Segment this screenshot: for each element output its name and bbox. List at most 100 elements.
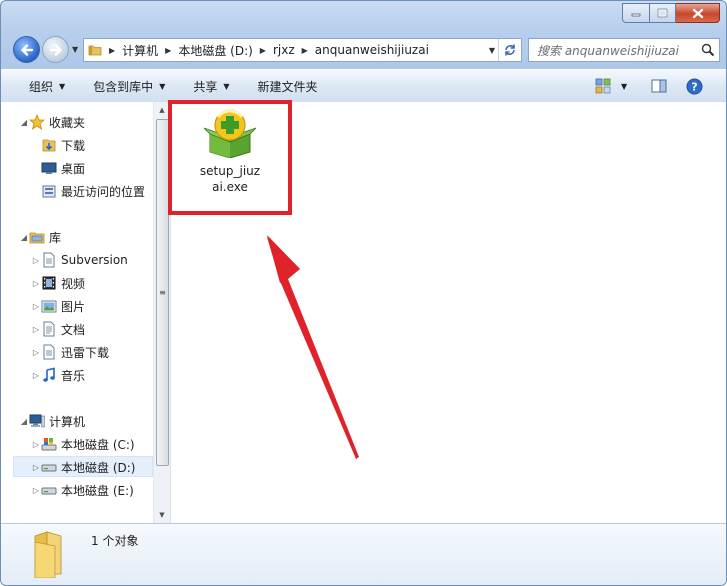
documents-library-icon bbox=[41, 321, 57, 337]
tree-item-drive-e[interactable]: ▷ 本地磁盘 (E:) bbox=[1, 479, 153, 501]
preview-pane-icon bbox=[651, 79, 667, 93]
view-options-dropdown[interactable]: ▼ bbox=[621, 70, 627, 102]
search-box[interactable]: 搜索 anquanweishijiuzai bbox=[528, 38, 720, 62]
view-icon bbox=[595, 78, 611, 94]
expand-arrow-icon[interactable]: ▷ bbox=[31, 325, 41, 334]
tree-label: 收藏夹 bbox=[49, 115, 86, 130]
organize-label: 组织 bbox=[29, 79, 54, 94]
tree-item-drive-d[interactable]: ▷ 本地磁盘 (D:) bbox=[1, 456, 153, 478]
expand-arrow-icon[interactable]: ▷ bbox=[31, 256, 41, 265]
tree-favorites[interactable]: ◢ 收藏夹 bbox=[1, 111, 153, 133]
change-view-button[interactable] bbox=[595, 70, 611, 102]
breadcrumb-chevron-icon[interactable]: ▶ bbox=[299, 46, 311, 55]
address-history-dropdown[interactable]: ▼ bbox=[489, 46, 495, 55]
expand-arrow-icon[interactable]: ▷ bbox=[31, 302, 41, 311]
arrow-left-icon bbox=[20, 43, 33, 56]
chevron-down-icon: ▼ bbox=[223, 81, 230, 91]
breadcrumb-current-folder[interactable]: anquanweishijiuzai bbox=[311, 43, 433, 57]
tree-item-subversion[interactable]: ▷ Subversion bbox=[1, 249, 153, 271]
preview-pane-button[interactable] bbox=[651, 70, 667, 102]
new-folder-button[interactable]: 新建文件夹 bbox=[244, 70, 332, 102]
help-icon: ? bbox=[686, 78, 703, 94]
downloads-folder-icon bbox=[41, 137, 57, 153]
share-label: 共享 bbox=[193, 79, 218, 94]
search-icon[interactable] bbox=[697, 43, 719, 57]
recent-places-icon bbox=[41, 183, 57, 199]
item-count: 1 个对象 bbox=[91, 534, 139, 548]
breadcrumb-drive-d[interactable]: 本地磁盘 (D:) bbox=[174, 42, 256, 59]
chevron-down-icon: ▼ bbox=[159, 81, 166, 91]
document-library-icon bbox=[41, 344, 57, 360]
tree-label: 库 bbox=[49, 230, 62, 245]
breadcrumb-chevron-icon[interactable]: ▶ bbox=[257, 46, 269, 55]
tree-item-recent-places[interactable]: 最近访问的位置 bbox=[1, 180, 153, 202]
collapse-arrow-icon[interactable]: ◢ bbox=[19, 417, 29, 426]
tree-label: 桌面 bbox=[61, 161, 86, 176]
minimize-button[interactable] bbox=[622, 3, 650, 23]
recent-pages-dropdown[interactable]: ▼ bbox=[72, 45, 82, 54]
tree-label: 图片 bbox=[61, 299, 86, 314]
navigation-pane: ◢ 收藏夹 下载 桌面 最近访问的位置 ◢ 库 ▷ Subversion ▷ 视… bbox=[1, 102, 153, 523]
folder-icon bbox=[34, 531, 62, 578]
breadcrumb-chevron-icon[interactable]: ▶ bbox=[162, 46, 174, 55]
tree-label: 文档 bbox=[61, 322, 86, 337]
folder-icon bbox=[84, 43, 106, 57]
expand-arrow-icon[interactable]: ▷ bbox=[31, 348, 41, 357]
tree-libraries[interactable]: ◢ 库 bbox=[1, 226, 153, 248]
tree-computer[interactable]: ◢ 计算机 bbox=[1, 410, 153, 432]
forward-button[interactable] bbox=[42, 36, 69, 63]
minimize-icon bbox=[631, 13, 641, 17]
breadcrumb-computer[interactable]: 计算机 bbox=[118, 42, 162, 59]
maximize-icon bbox=[657, 8, 668, 18]
help-button[interactable]: ? bbox=[686, 70, 703, 102]
caption-buttons bbox=[622, 3, 720, 23]
scroll-down-arrow-icon[interactable]: ▼ bbox=[154, 507, 170, 523]
expand-arrow-icon[interactable]: ▷ bbox=[31, 440, 41, 449]
tree-item-pictures[interactable]: ▷ 图片 bbox=[1, 295, 153, 317]
picture-library-icon bbox=[41, 298, 57, 314]
tree-label: 下载 bbox=[61, 138, 86, 153]
tree-label: 迅雷下载 bbox=[61, 345, 110, 360]
star-icon bbox=[29, 114, 45, 130]
refresh-button[interactable] bbox=[498, 39, 521, 61]
new-folder-label: 新建文件夹 bbox=[257, 79, 318, 94]
expand-arrow-icon[interactable]: ▷ bbox=[31, 486, 41, 495]
tree-label: 最近访问的位置 bbox=[61, 184, 146, 199]
drive-icon bbox=[41, 459, 57, 475]
close-button[interactable] bbox=[676, 3, 720, 23]
expand-arrow-icon[interactable]: ▷ bbox=[31, 279, 41, 288]
annotation-arrow bbox=[267, 235, 359, 459]
tree-item-drive-c[interactable]: ▷ 本地磁盘 (C:) bbox=[1, 433, 153, 455]
collapse-arrow-icon[interactable]: ◢ bbox=[19, 118, 29, 127]
tree-item-desktop[interactable]: 桌面 bbox=[1, 157, 153, 179]
document-library-icon bbox=[41, 252, 57, 268]
command-bar: 组织 ▼ 包含到库中 ▼ 共享 ▼ 新建文件夹 ▼ ? bbox=[1, 69, 726, 103]
system-drive-icon bbox=[41, 436, 57, 452]
libraries-icon bbox=[29, 229, 45, 245]
back-button[interactable] bbox=[13, 36, 40, 63]
nav-buttons: ▼ bbox=[13, 36, 82, 63]
tree-label: 本地磁盘 (E:) bbox=[61, 483, 134, 498]
desktop-icon bbox=[41, 160, 57, 176]
svg-text:?: ? bbox=[691, 80, 697, 93]
collapse-arrow-icon[interactable]: ◢ bbox=[19, 233, 29, 242]
tree-label: 本地磁盘 (C:) bbox=[61, 437, 135, 452]
tree-item-documents[interactable]: ▷ 文档 bbox=[1, 318, 153, 340]
tree-item-videos[interactable]: ▷ 视频 bbox=[1, 272, 153, 294]
tree-item-downloads[interactable]: 下载 bbox=[1, 134, 153, 156]
details-pane: 1 个对象 bbox=[1, 523, 726, 585]
search-placeholder: 搜索 anquanweishijiuzai bbox=[537, 43, 679, 58]
breadcrumb-rjxz[interactable]: rjxz bbox=[269, 43, 299, 57]
maximize-button[interactable] bbox=[650, 3, 676, 23]
expand-arrow-icon[interactable]: ▷ bbox=[31, 371, 41, 380]
organize-button[interactable]: 组织 ▼ bbox=[1, 70, 79, 102]
tree-item-thunder-downloads[interactable]: ▷ 迅雷下载 bbox=[1, 341, 153, 363]
tree-label: 视频 bbox=[61, 276, 86, 291]
tree-item-music[interactable]: ▷ 音乐 bbox=[1, 364, 153, 386]
address-bar[interactable]: ▶ 计算机 ▶ 本地磁盘 (D:) ▶ rjxz ▶ anquanweishij… bbox=[83, 38, 522, 62]
share-button[interactable]: 共享 ▼ bbox=[179, 70, 243, 102]
include-in-library-button[interactable]: 包含到库中 ▼ bbox=[79, 70, 179, 102]
tree-label: 音乐 bbox=[61, 368, 86, 383]
include-in-library-label: 包含到库中 bbox=[93, 79, 154, 94]
expand-arrow-icon[interactable]: ▷ bbox=[31, 463, 41, 472]
